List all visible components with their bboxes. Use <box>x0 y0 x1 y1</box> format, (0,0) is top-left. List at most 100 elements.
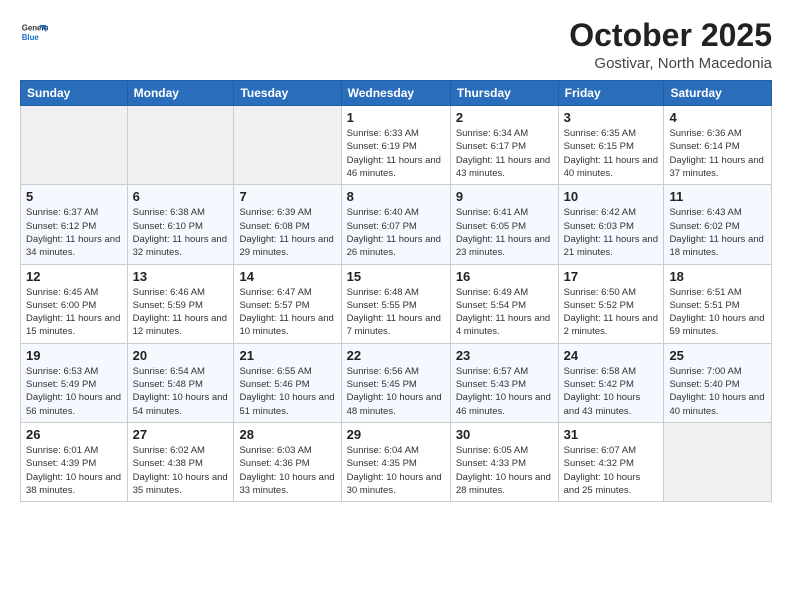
day-info: Sunrise: 6:55 AM Sunset: 5:46 PM Dayligh… <box>239 365 335 418</box>
day-number: 22 <box>347 348 445 363</box>
day-number: 25 <box>669 348 766 363</box>
day-number: 4 <box>669 110 766 125</box>
day-number: 17 <box>564 269 659 284</box>
calendar-cell: 23Sunrise: 6:57 AM Sunset: 5:43 PM Dayli… <box>450 343 558 422</box>
day-number: 20 <box>133 348 229 363</box>
calendar-cell: 4 Sunrise: 6:36 AM Sunset: 6:14 PM Daylig… <box>664 106 772 185</box>
day-info: Sunrise: 6:42 AM Sunset: 6:03 PM Dayligh… <box>564 206 659 259</box>
day-number: 1 <box>347 110 445 125</box>
calendar-cell: 24 Sunrise: 6:58 AM Sunset: 5:42 PM Dayli… <box>558 343 664 422</box>
day-info: Sunrise: 6:54 AM Sunset: 5:48 PM Dayligh… <box>133 365 229 418</box>
weekday-header-row: Sunday Monday Tuesday Wednesday Thursday… <box>21 81 772 106</box>
day-number: 26 <box>26 427 122 442</box>
calendar-week-1: 1 Sunrise: 6:33 AM Sunset: 6:19 PM Daylig… <box>21 106 772 185</box>
calendar-cell: 9 Sunrise: 6:41 AM Sunset: 6:05 PM Daylig… <box>450 185 558 264</box>
day-number: 11 <box>669 189 766 204</box>
header-thursday: Thursday <box>450 81 558 106</box>
header-monday: Monday <box>127 81 234 106</box>
day-info: Sunrise: 6:38 AM Sunset: 6:10 PM Dayligh… <box>133 206 229 259</box>
header-wednesday: Wednesday <box>341 81 450 106</box>
header-friday: Friday <box>558 81 664 106</box>
day-info: Sunrise: 6:02 AM Sunset: 4:38 PM Dayligh… <box>133 444 229 497</box>
day-info: Sunrise: 6:36 AM Sunset: 6:14 PM Dayligh… <box>669 127 766 180</box>
calendar-week-3: 12 Sunrise: 6:45 AM Sunset: 6:00 PM Dayli… <box>21 264 772 343</box>
header-sunday: Sunday <box>21 81 128 106</box>
page: General Blue October 2025 Gostivar, Nort… <box>0 0 792 612</box>
day-info: Sunrise: 6:53 AM Sunset: 5:49 PM Dayligh… <box>26 365 122 418</box>
day-info: Sunrise: 6:48 AM Sunset: 5:55 PM Dayligh… <box>347 286 445 339</box>
calendar-cell: 17 Sunrise: 6:50 AM Sunset: 5:52 PM Dayli… <box>558 264 664 343</box>
calendar-cell <box>21 106 128 185</box>
calendar-cell: 31 Sunrise: 6:07 AM Sunset: 4:32 PM Dayli… <box>558 422 664 501</box>
day-info: Sunrise: 6:49 AM Sunset: 5:54 PM Dayligh… <box>456 286 553 339</box>
day-info: Sunrise: 6:04 AM Sunset: 4:35 PM Dayligh… <box>347 444 445 497</box>
calendar-cell: 15 Sunrise: 6:48 AM Sunset: 5:55 PM Dayli… <box>341 264 450 343</box>
day-info: Sunrise: 6:03 AM Sunset: 4:36 PM Dayligh… <box>239 444 335 497</box>
day-number: 10 <box>564 189 659 204</box>
calendar-cell: 13Sunrise: 6:46 AM Sunset: 5:59 PM Dayli… <box>127 264 234 343</box>
day-number: 8 <box>347 189 445 204</box>
calendar-cell: 3 Sunrise: 6:35 AM Sunset: 6:15 PM Daylig… <box>558 106 664 185</box>
day-number: 13 <box>133 269 229 284</box>
calendar-cell: 18Sunrise: 6:51 AM Sunset: 5:51 PM Dayli… <box>664 264 772 343</box>
calendar-cell: 29 Sunrise: 6:04 AM Sunset: 4:35 PM Dayli… <box>341 422 450 501</box>
calendar-cell: 12 Sunrise: 6:45 AM Sunset: 6:00 PM Dayli… <box>21 264 128 343</box>
day-info: Sunrise: 6:57 AM Sunset: 5:43 PM Dayligh… <box>456 365 553 418</box>
calendar: Sunday Monday Tuesday Wednesday Thursday… <box>20 80 772 502</box>
calendar-cell: 7 Sunrise: 6:39 AM Sunset: 6:08 PM Daylig… <box>234 185 341 264</box>
calendar-cell: 21 Sunrise: 6:55 AM Sunset: 5:46 PM Dayli… <box>234 343 341 422</box>
day-info: Sunrise: 7:00 AM Sunset: 5:40 PM Dayligh… <box>669 365 766 418</box>
day-info: Sunrise: 6:45 AM Sunset: 6:00 PM Dayligh… <box>26 286 122 339</box>
calendar-cell: 25 Sunrise: 7:00 AM Sunset: 5:40 PM Dayli… <box>664 343 772 422</box>
day-number: 7 <box>239 189 335 204</box>
day-number: 16 <box>456 269 553 284</box>
day-info: Sunrise: 6:58 AM Sunset: 5:42 PM Dayligh… <box>564 365 659 418</box>
day-number: 31 <box>564 427 659 442</box>
calendar-cell: 2Sunrise: 6:34 AM Sunset: 6:17 PM Daylig… <box>450 106 558 185</box>
calendar-cell: 27Sunrise: 6:02 AM Sunset: 4:38 PM Dayli… <box>127 422 234 501</box>
day-info: Sunrise: 6:51 AM Sunset: 5:51 PM Dayligh… <box>669 286 766 339</box>
day-number: 3 <box>564 110 659 125</box>
calendar-cell: 10 Sunrise: 6:42 AM Sunset: 6:03 PM Dayli… <box>558 185 664 264</box>
calendar-cell: 5Sunrise: 6:37 AM Sunset: 6:12 PM Daylig… <box>21 185 128 264</box>
header-tuesday: Tuesday <box>234 81 341 106</box>
calendar-cell: 16 Sunrise: 6:49 AM Sunset: 5:54 PM Dayli… <box>450 264 558 343</box>
day-info: Sunrise: 6:05 AM Sunset: 4:33 PM Dayligh… <box>456 444 553 497</box>
day-info: Sunrise: 6:07 AM Sunset: 4:32 PM Dayligh… <box>564 444 659 497</box>
day-info: Sunrise: 6:01 AM Sunset: 4:39 PM Dayligh… <box>26 444 122 497</box>
day-number: 15 <box>347 269 445 284</box>
calendar-cell: 6 Sunrise: 6:38 AM Sunset: 6:10 PM Daylig… <box>127 185 234 264</box>
calendar-cell <box>127 106 234 185</box>
day-info: Sunrise: 6:47 AM Sunset: 5:57 PM Dayligh… <box>239 286 335 339</box>
calendar-cell <box>664 422 772 501</box>
calendar-cell: 20 Sunrise: 6:54 AM Sunset: 5:48 PM Dayli… <box>127 343 234 422</box>
day-info: Sunrise: 6:50 AM Sunset: 5:52 PM Dayligh… <box>564 286 659 339</box>
day-number: 21 <box>239 348 335 363</box>
day-number: 6 <box>133 189 229 204</box>
svg-text:Blue: Blue <box>22 33 40 42</box>
day-info: Sunrise: 6:35 AM Sunset: 6:15 PM Dayligh… <box>564 127 659 180</box>
calendar-cell: 26 Sunrise: 6:01 AM Sunset: 4:39 PM Dayli… <box>21 422 128 501</box>
day-number: 30 <box>456 427 553 442</box>
subtitle: Gostivar, North Macedonia <box>569 55 772 72</box>
day-number: 29 <box>347 427 445 442</box>
day-number: 5 <box>26 189 122 204</box>
day-info: Sunrise: 6:39 AM Sunset: 6:08 PM Dayligh… <box>239 206 335 259</box>
day-number: 12 <box>26 269 122 284</box>
day-info: Sunrise: 6:41 AM Sunset: 6:05 PM Dayligh… <box>456 206 553 259</box>
logo-icon: General Blue <box>20 18 48 46</box>
day-number: 28 <box>239 427 335 442</box>
header-saturday: Saturday <box>664 81 772 106</box>
calendar-cell: 30 Sunrise: 6:05 AM Sunset: 4:33 PM Dayli… <box>450 422 558 501</box>
day-info: Sunrise: 6:33 AM Sunset: 6:19 PM Dayligh… <box>347 127 445 180</box>
day-number: 9 <box>456 189 553 204</box>
calendar-cell: 1 Sunrise: 6:33 AM Sunset: 6:19 PM Daylig… <box>341 106 450 185</box>
day-info: Sunrise: 6:40 AM Sunset: 6:07 PM Dayligh… <box>347 206 445 259</box>
day-info: Sunrise: 6:34 AM Sunset: 6:17 PM Dayligh… <box>456 127 553 180</box>
calendar-cell: 14Sunrise: 6:47 AM Sunset: 5:57 PM Dayli… <box>234 264 341 343</box>
header: General Blue October 2025 Gostivar, Nort… <box>20 18 772 72</box>
day-number: 24 <box>564 348 659 363</box>
calendar-cell: 11Sunrise: 6:43 AM Sunset: 6:02 PM Dayli… <box>664 185 772 264</box>
calendar-cell: 28 Sunrise: 6:03 AM Sunset: 4:36 PM Dayli… <box>234 422 341 501</box>
day-number: 19 <box>26 348 122 363</box>
